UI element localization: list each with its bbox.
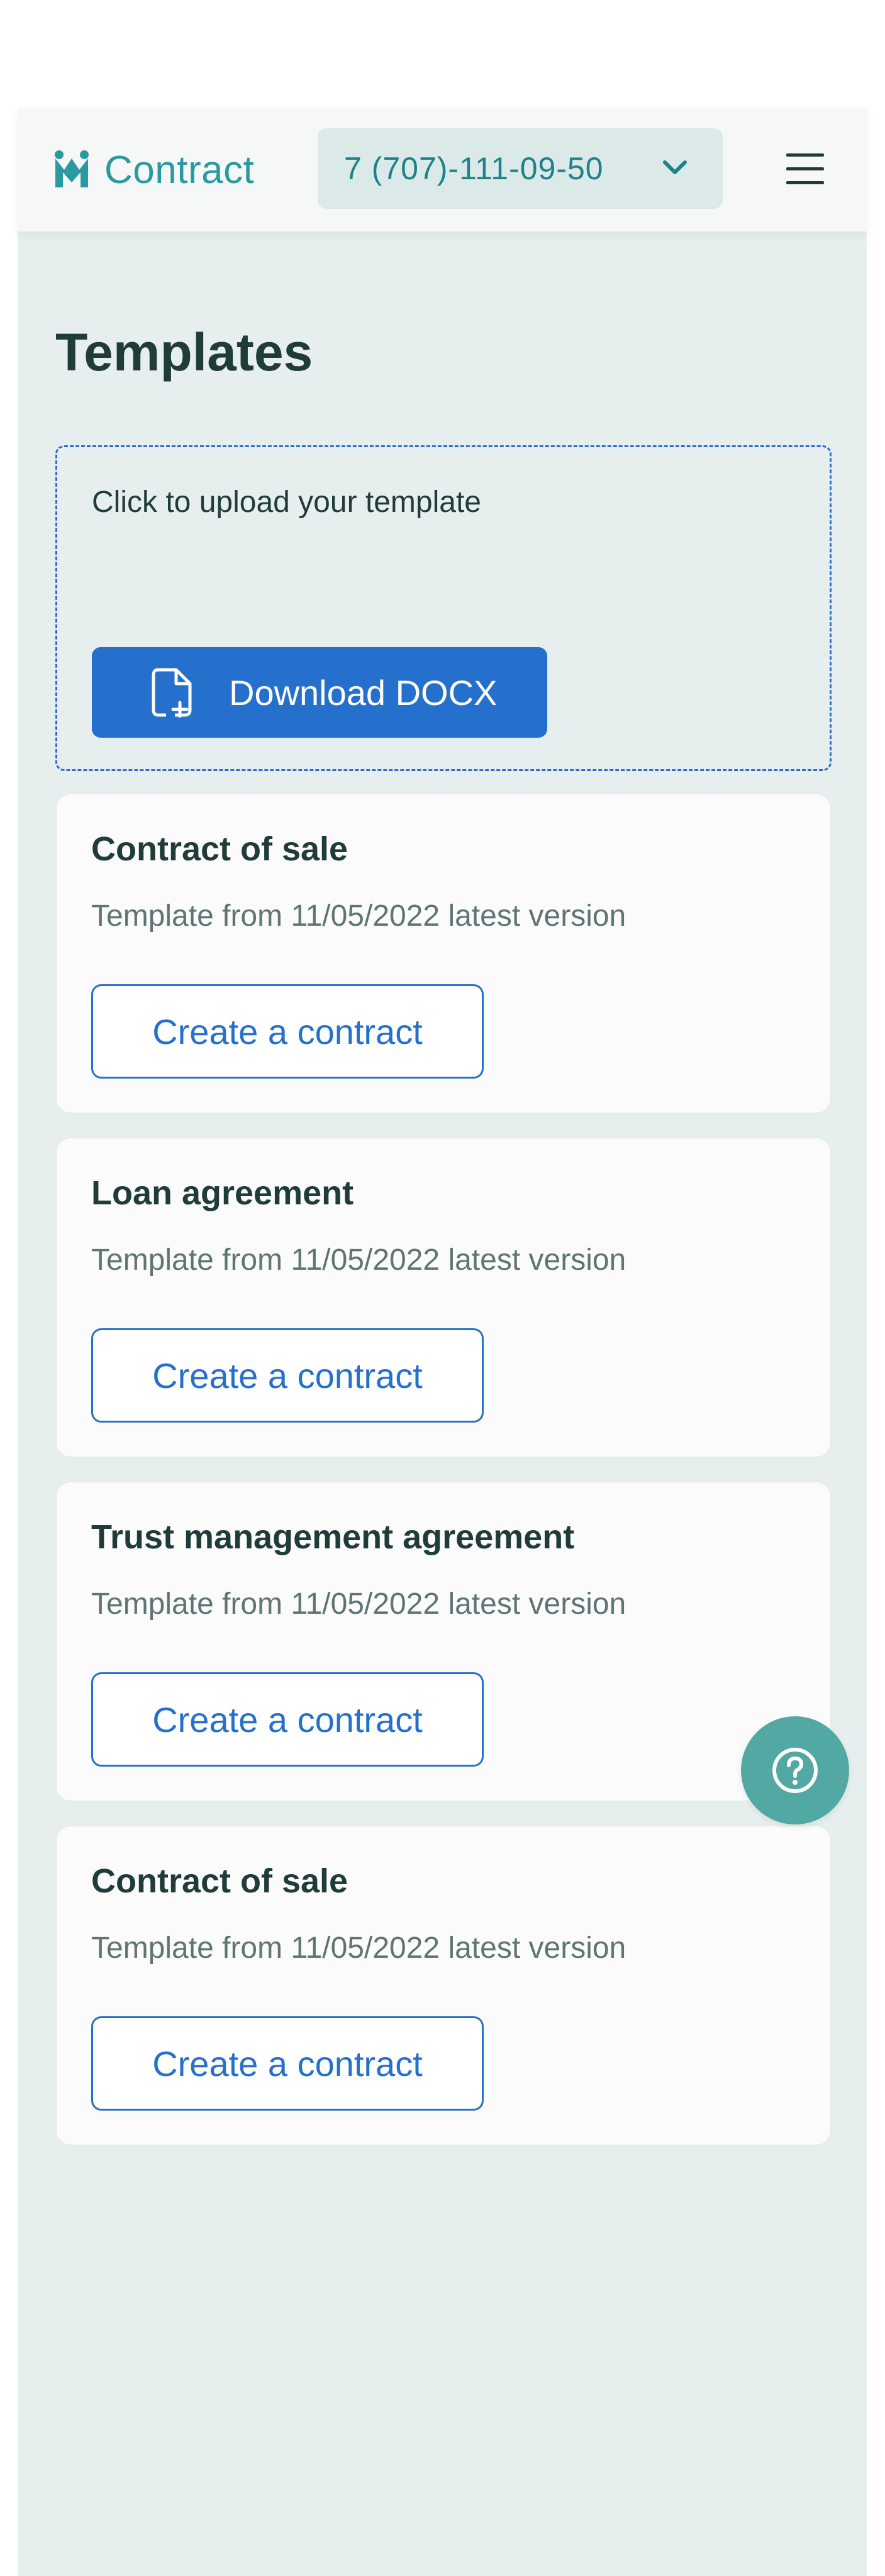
file-plus-icon bbox=[152, 668, 192, 718]
download-docx-label: Download DOCX bbox=[229, 672, 498, 713]
download-docx-button[interactable]: Download DOCX bbox=[92, 647, 547, 738]
logo[interactable]: Contract bbox=[53, 146, 254, 194]
template-title: Contract of sale bbox=[91, 1862, 348, 1900]
template-card: Contract of sale Template from 11/05/202… bbox=[55, 793, 832, 1114]
phone-selector[interactable]: 7 (707)-111-09-50 bbox=[318, 128, 723, 209]
logo-text: Contract bbox=[104, 148, 255, 192]
template-card: Trust management agreement Template from… bbox=[55, 1481, 832, 1802]
template-title: Trust management agreement bbox=[91, 1518, 575, 1556]
upload-hint: Click to upload your template bbox=[92, 486, 481, 519]
hamburger-menu-icon[interactable] bbox=[782, 148, 828, 189]
template-title: Contract of sale bbox=[91, 830, 348, 868]
app-container: Contract 7 (707)-111-09-50 Templates Cli… bbox=[18, 108, 867, 2576]
template-title: Loan agreement bbox=[91, 1174, 354, 1212]
template-card: Loan agreement Template from 11/05/2022 … bbox=[55, 1137, 832, 1458]
template-version: Template from 11/05/2022 latest version bbox=[91, 1587, 626, 1621]
phone-number: 7 (707)-111-09-50 bbox=[344, 151, 604, 186]
question-icon bbox=[772, 1748, 818, 1793]
help-button[interactable] bbox=[741, 1716, 849, 1824]
chevron-down-icon bbox=[663, 160, 687, 174]
page-title: Templates bbox=[55, 323, 313, 382]
top-header: Contract 7 (707)-111-09-50 bbox=[18, 108, 867, 231]
create-contract-button[interactable]: Create a contract bbox=[91, 984, 484, 1079]
template-version: Template from 11/05/2022 latest version bbox=[91, 899, 626, 933]
create-contract-button[interactable]: Create a contract bbox=[91, 1672, 484, 1767]
template-version: Template from 11/05/2022 latest version bbox=[91, 1243, 626, 1277]
upload-dropzone[interactable]: Click to upload your template Download D… bbox=[55, 445, 832, 771]
create-contract-button[interactable]: Create a contract bbox=[91, 1328, 484, 1423]
create-contract-button[interactable]: Create a contract bbox=[91, 2016, 484, 2111]
logo-icon bbox=[55, 150, 89, 187]
template-card: Contract of sale Template from 11/05/202… bbox=[55, 1825, 832, 2146]
template-version: Template from 11/05/2022 latest version bbox=[91, 1931, 626, 1965]
